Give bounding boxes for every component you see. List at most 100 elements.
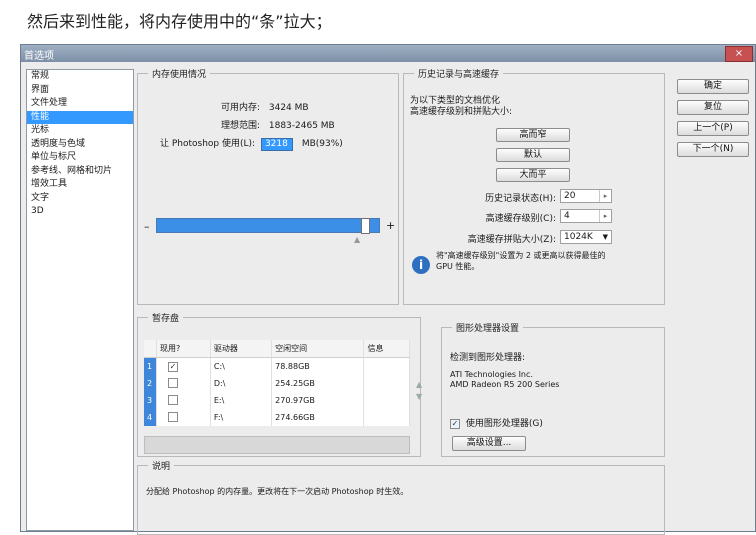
scratch-disk-table: 现用? 驱动器 空闲空间 信息 1 ✓ C:\ 78.88GB 2 D:\ 254.25GB… <box>144 340 410 426</box>
drive-cell: F:\ <box>210 409 273 426</box>
category-item[interactable]: 常规 <box>27 70 133 84</box>
memory-slider[interactable] <box>156 218 380 234</box>
category-item[interactable]: 光标 <box>27 124 133 138</box>
cache-levels-value: 4 <box>564 211 570 221</box>
move-up-icon[interactable]: ▲ <box>416 380 422 389</box>
active-cell <box>156 392 211 409</box>
checkbox-icon[interactable] <box>168 377 178 388</box>
info-icon: i <box>412 256 430 274</box>
default-button[interactable]: 默认 <box>496 148 570 162</box>
ok-button[interactable]: 确定 <box>677 79 749 94</box>
table-row[interactable]: 1 ✓ C:\ 78.88GB <box>144 357 410 375</box>
column-header: 现用? <box>156 340 211 358</box>
close-button[interactable]: × <box>725 46 753 62</box>
available-memory-value: 3424 MB <box>268 103 309 113</box>
reset-button[interactable]: 复位 <box>677 100 749 115</box>
checkbox-checked-icon[interactable]: ✓ <box>168 361 178 372</box>
chevron-down-icon: ▼ <box>602 233 608 241</box>
info-cell <box>363 375 410 392</box>
gpu-hint-text: 将"高速缓存级别"设置为 2 或更高以获得最佳的 GPU 性能。 <box>436 251 606 271</box>
use-gpu-checkbox[interactable]: ✓ 使用图形处理器(G) <box>450 416 543 429</box>
table-empty-area <box>144 436 410 454</box>
history-cache-group: 历史记录与高速缓存 为以下类型的文档优化 高速缓存级别和拼贴大小: 高而窄 默认… <box>403 67 665 305</box>
big-flat-button[interactable]: 大而平 <box>496 168 570 182</box>
title-bar: 首选项 × <box>21 45 755 62</box>
info-cell <box>363 392 410 409</box>
table-row[interactable]: 3 E:\ 270.97GB <box>144 392 410 409</box>
let-photoshop-use-label: 让 Photoshop 使用(L): <box>160 139 256 149</box>
ideal-range-value: 1883-2465 MB <box>268 121 335 131</box>
category-item[interactable]: 文件处理 <box>27 97 133 111</box>
table-row[interactable]: 4 F:\ 274.66GB <box>144 409 410 426</box>
description-legend: 说明 <box>152 462 171 472</box>
active-cell <box>156 375 211 392</box>
checkbox-icon[interactable] <box>168 411 178 422</box>
category-item[interactable]: 文字 <box>27 192 133 206</box>
category-item[interactable]: 界面 <box>27 84 133 98</box>
history-states-spin-icon[interactable]: ▸ <box>599 190 611 202</box>
row-number: 3 <box>144 392 157 409</box>
history-states-label: 历史记录状态(H): <box>485 194 556 204</box>
cache-tile-size-select[interactable]: 1024K ▼ <box>560 230 612 244</box>
cache-levels-input[interactable]: 4 ▸ <box>560 209 612 223</box>
info-cell <box>363 357 410 375</box>
gpu-settings-group: 图形处理器设置 检测到图形处理器: ATI Technologies Inc. … <box>441 321 665 457</box>
category-item[interactable]: 3D <box>27 205 133 219</box>
advanced-settings-button[interactable]: 高级设置... <box>452 436 526 451</box>
column-header: 驱动器 <box>210 340 273 358</box>
active-cell: ✓ <box>156 357 211 375</box>
gpu-model: AMD Radeon R5 200 Series <box>450 380 560 389</box>
scratch-disks-legend: 暂存盘 <box>152 314 180 324</box>
table-header-row: 现用? 驱动器 空闲空间 信息 <box>144 340 410 358</box>
row-number: 2 <box>144 375 157 392</box>
free-cell: 274.66GB <box>271 409 365 426</box>
drive-cell: D:\ <box>210 375 273 392</box>
tall-thin-button[interactable]: 高而窄 <box>496 128 570 142</box>
tutorial-caption: 然后来到性能，将内存使用中的“条”拉大； <box>27 12 332 31</box>
gpu-detected-label: 检测到图形处理器: <box>450 353 526 363</box>
table-row[interactable]: 2 D:\ 254.25GB <box>144 375 410 392</box>
slider-plus-label: + <box>386 219 396 232</box>
drive-cell: E:\ <box>210 392 273 409</box>
cache-levels-spin-icon[interactable]: ▸ <box>599 210 611 222</box>
use-gpu-label: 使用图形处理器(G) <box>465 419 543 429</box>
cache-levels-label: 高速缓存级别(C): <box>485 214 556 224</box>
ideal-marker-icon: ▲ <box>354 235 361 244</box>
free-cell: 270.97GB <box>271 392 365 409</box>
gpu-vendor: ATI Technologies Inc. <box>450 370 533 379</box>
history-states-input[interactable]: 20 ▸ <box>560 189 612 203</box>
info-cell <box>363 409 410 426</box>
category-item[interactable]: 参考线、网格和切片 <box>27 165 133 179</box>
memory-percent-label: MB(93%) <box>301 139 343 149</box>
history-states-value: 20 <box>564 191 576 201</box>
free-cell: 78.88GB <box>271 357 365 375</box>
scratch-disks-group: 暂存盘 现用? 驱动器 空闲空间 信息 1 ✓ C:\ 78.88GB 2 D:\ 254.… <box>137 311 422 457</box>
category-item[interactable]: 透明度与色域 <box>27 138 133 152</box>
history-cache-legend: 历史记录与高速缓存 <box>418 70 500 80</box>
description-group: 说明 分配给 Photoshop 的内存量。更改将在下一次启动 Photosho… <box>137 459 665 535</box>
active-cell <box>156 409 211 426</box>
next-button[interactable]: 下一个(N) <box>677 142 749 157</box>
previous-button[interactable]: 上一个(P) <box>677 121 749 136</box>
category-item[interactable]: 增效工具 <box>27 178 133 192</box>
gpu-settings-legend: 图形处理器设置 <box>456 324 520 334</box>
column-header: 空闲空间 <box>271 340 365 358</box>
memory-usage-legend: 内存使用情况 <box>152 70 207 80</box>
slider-minus-label: – <box>144 220 150 233</box>
category-item[interactable]: 单位与标尺 <box>27 151 133 165</box>
category-item[interactable]: 性能 <box>27 110 133 124</box>
checkbox-checked-icon[interactable]: ✓ <box>450 419 460 429</box>
checkbox-icon[interactable] <box>168 394 178 405</box>
memory-slider-thumb[interactable] <box>361 218 371 234</box>
row-number: 1 <box>144 357 157 375</box>
cache-tile-size-value: 1024K <box>564 232 593 242</box>
memory-amount-input[interactable]: 3218 <box>260 138 293 151</box>
index-column-header <box>144 340 157 358</box>
description-text: 分配给 Photoshop 的内存量。更改将在下一次启动 Photoshop 时… <box>146 487 409 496</box>
cache-tile-size-label: 高速缓存拼贴大小(Z): <box>467 235 556 245</box>
drive-cell: C:\ <box>210 357 273 375</box>
preferences-dialog: 首选项 × 常规 界面 文件处理 性能 光标 透明度与色域 单位与标尺 参考线、网格和切片 增效… <box>20 44 756 535</box>
row-number: 4 <box>144 409 157 426</box>
move-down-icon[interactable]: ▼ <box>416 392 422 401</box>
ideal-range-label: 理想范围: <box>220 121 260 131</box>
